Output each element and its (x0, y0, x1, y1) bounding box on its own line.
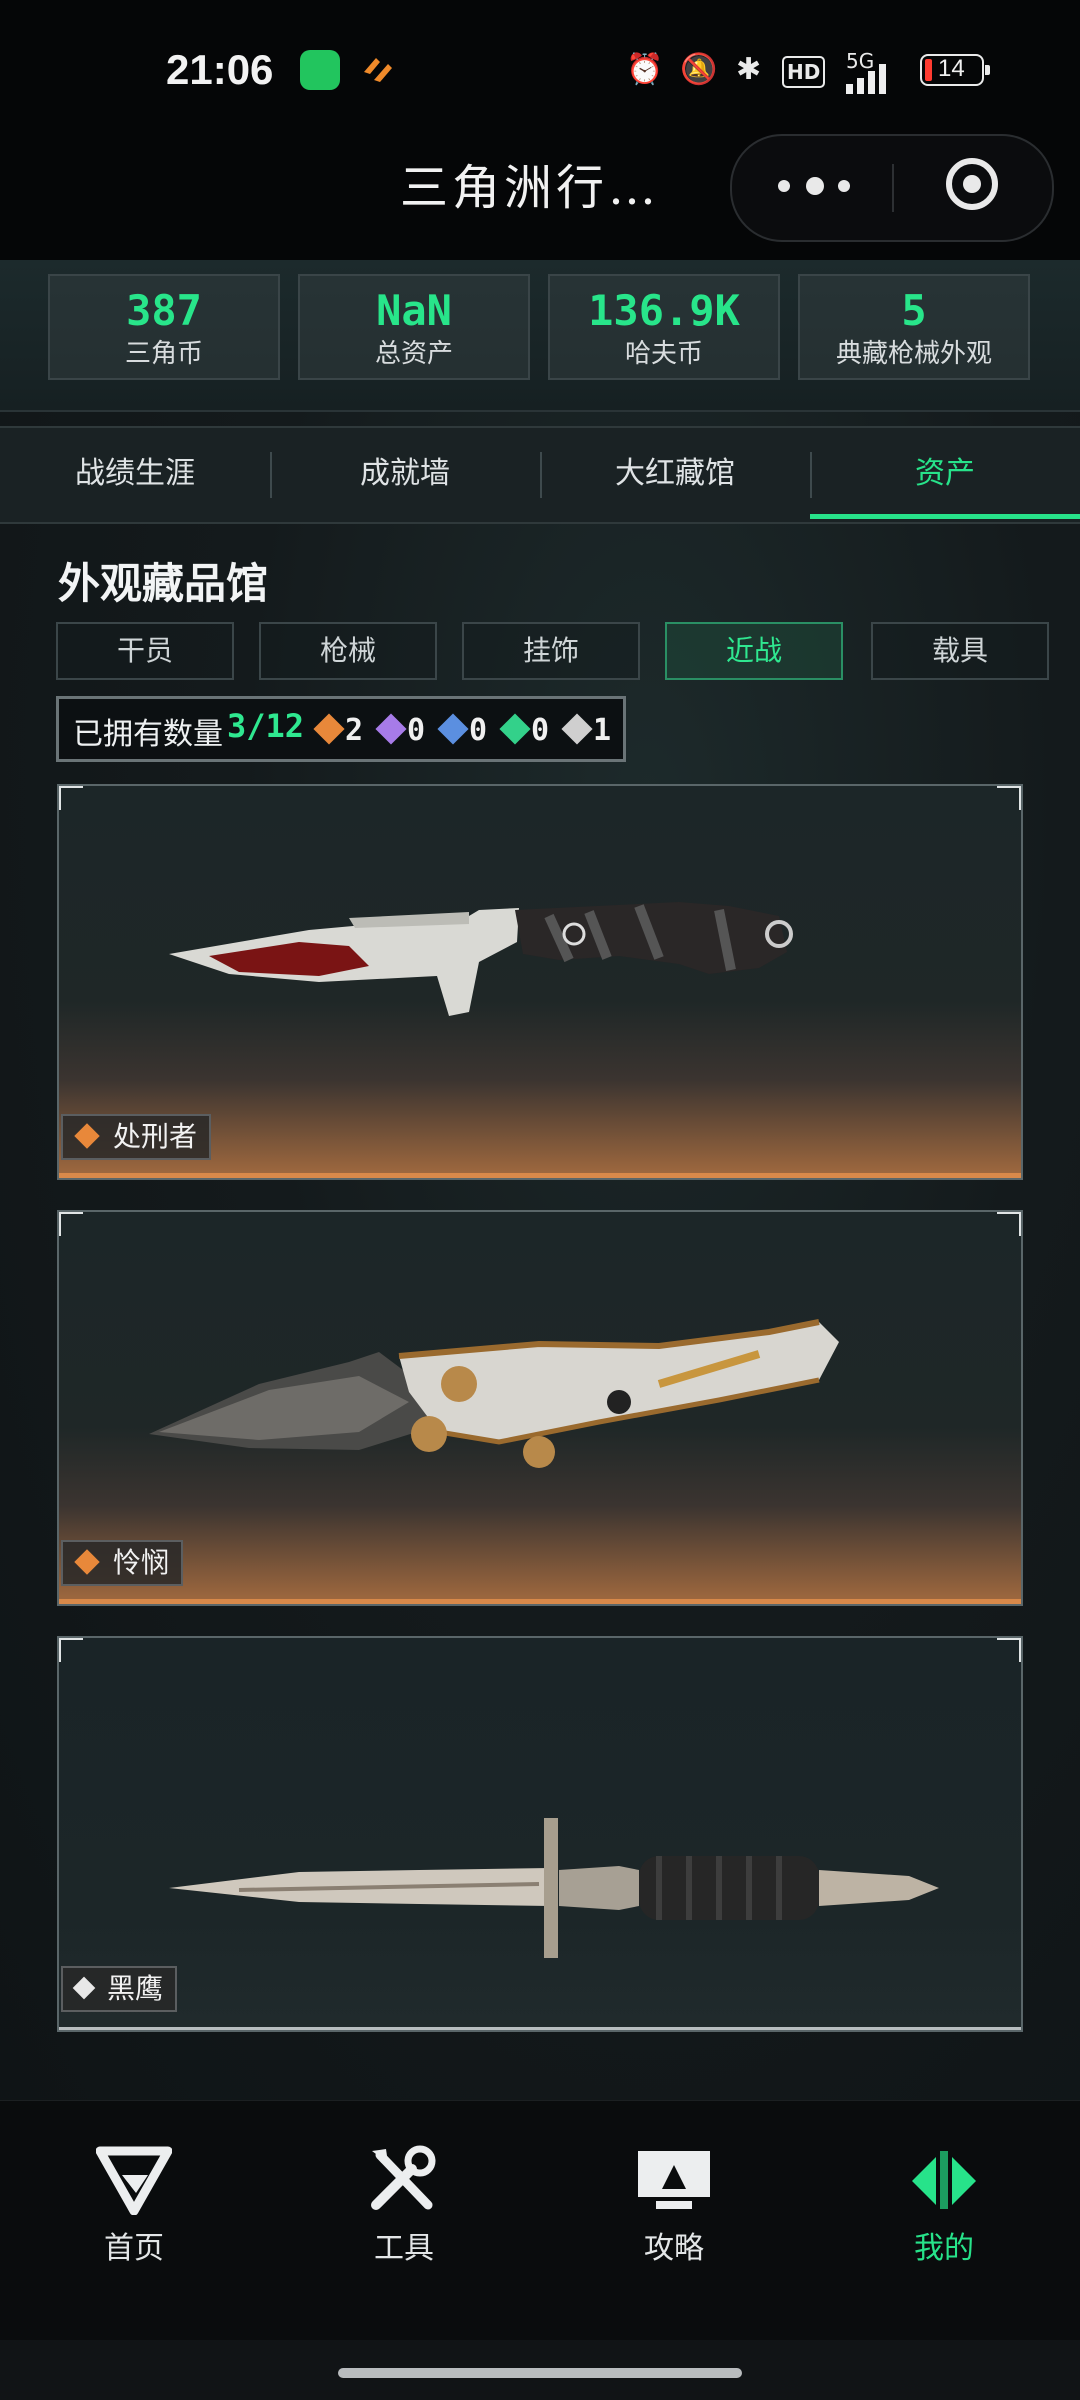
skin-card-black-eagle[interactable]: 黑鹰 (57, 1636, 1023, 2032)
active-tab-indicator (810, 514, 1080, 519)
page-title: 三角洲行… (400, 160, 661, 216)
mute-bell-icon: 🔕 (680, 52, 718, 87)
item-name: 黑鹰 (107, 1972, 164, 2005)
stats-bar: 387 三角币 NaN 总资产 136.9K 哈夫币 5 典藏枪械外观 (0, 260, 1080, 412)
category-charms[interactable]: 挂饰 (462, 622, 640, 680)
mercy-knife-image (149, 1319, 839, 1468)
mini-program-capsule (730, 134, 1054, 242)
category-melee[interactable]: 近战 (665, 622, 843, 680)
owned-counter: 已拥有数量 3/12 2 0 0 0 1 (56, 696, 626, 762)
owned-label: 已拥有数量 (73, 717, 223, 752)
category-operators[interactable]: 干员 (56, 622, 234, 680)
nav-guide[interactable]: 攻略 (584, 2145, 764, 2267)
item-name: 怜悯 (113, 1546, 170, 1579)
gesture-bar-area (0, 2340, 1080, 2400)
black-eagle-knife-image (169, 1818, 939, 1958)
home-indicator[interactable] (338, 2368, 742, 2378)
tab-career[interactable]: 战绩生涯 (0, 428, 270, 520)
battery-level: 14 (938, 55, 965, 82)
delta-logo-icon (96, 2146, 172, 2215)
hd-icon: HD (782, 56, 826, 88)
category-guns[interactable]: 枪械 (259, 622, 437, 680)
orange-rarity-icon (74, 1549, 100, 1575)
bluetooth-icon: ✱ (736, 52, 762, 87)
green-rarity-count: 0 (531, 713, 550, 748)
orange-rarity-count: 2 (345, 713, 364, 748)
bottom-navigation: 首页 工具 攻略 我的 (0, 2100, 1080, 2341)
status-time: 21:06 (166, 46, 274, 93)
stat-haf-coin: 136.9K 哈夫币 (548, 274, 780, 380)
purple-rarity-icon (375, 713, 407, 745)
profile-tabs: 战绩生涯 成就墙 大红藏馆 资产 (0, 426, 1080, 524)
stat-total-assets: NaN 总资产 (298, 274, 530, 380)
guide-monitor-icon (638, 2151, 710, 2209)
white-rarity-icon (72, 1976, 96, 2000)
nav-tools[interactable]: 工具 (314, 2145, 494, 2267)
blue-rarity-count: 0 (469, 713, 488, 748)
green-rarity-icon (499, 713, 531, 745)
skin-card-executioner[interactable]: 处刑者 (57, 784, 1023, 1180)
alarm-icon: ⏰ (626, 52, 664, 87)
assets-page: 387 三角币 NaN 总资产 136.9K 哈夫币 5 典藏枪械外观 战绩生涯… (0, 260, 1080, 2100)
item-badge: 黑鹰 (61, 1966, 178, 2012)
item-name: 处刑者 (113, 1120, 198, 1153)
close-miniprogram-icon[interactable] (946, 158, 998, 210)
executioner-knife-image (169, 902, 793, 1016)
item-badge: 怜悯 (61, 1540, 184, 1586)
skin-card-mercy[interactable]: 怜悯 (57, 1210, 1023, 1606)
nav-profile[interactable]: 我的 (854, 2145, 1034, 2267)
tab-assets[interactable]: 资产 (810, 428, 1080, 520)
tab-achievements[interactable]: 成就墙 (270, 428, 540, 520)
profile-logo-icon (912, 2151, 976, 2209)
white-rarity-icon (561, 713, 593, 745)
status-bar: 21:06 ⏰ 🔕 ✱ HD 5G 14 (0, 0, 1080, 140)
orange-app-icon (358, 50, 398, 90)
nav-home[interactable]: 首页 (44, 2145, 224, 2267)
white-rarity-count: 1 (593, 713, 612, 748)
purple-rarity-count: 0 (407, 713, 426, 748)
battery-icon: 14 (920, 54, 990, 86)
category-filter: 干员 枪械 挂饰 近战 载具 (56, 622, 1051, 682)
stat-collector-skins: 5 典藏枪械外观 (798, 274, 1030, 380)
owned-value: 3/12 (227, 707, 305, 745)
more-menu-button[interactable] (778, 166, 858, 206)
tab-red-collection[interactable]: 大红藏馆 (540, 428, 810, 520)
tools-icon (371, 2145, 436, 2210)
stat-delta-coin: 387 三角币 (48, 274, 280, 380)
collection-title: 外观藏品馆 (58, 559, 269, 608)
category-vehicles[interactable]: 载具 (871, 622, 1049, 680)
orange-rarity-icon (313, 713, 345, 745)
signal-icon: 5G (846, 50, 886, 94)
item-badge: 处刑者 (61, 1114, 212, 1160)
wechat-app-icon (300, 50, 340, 90)
blue-rarity-icon (437, 713, 469, 745)
orange-rarity-icon (74, 1123, 100, 1149)
